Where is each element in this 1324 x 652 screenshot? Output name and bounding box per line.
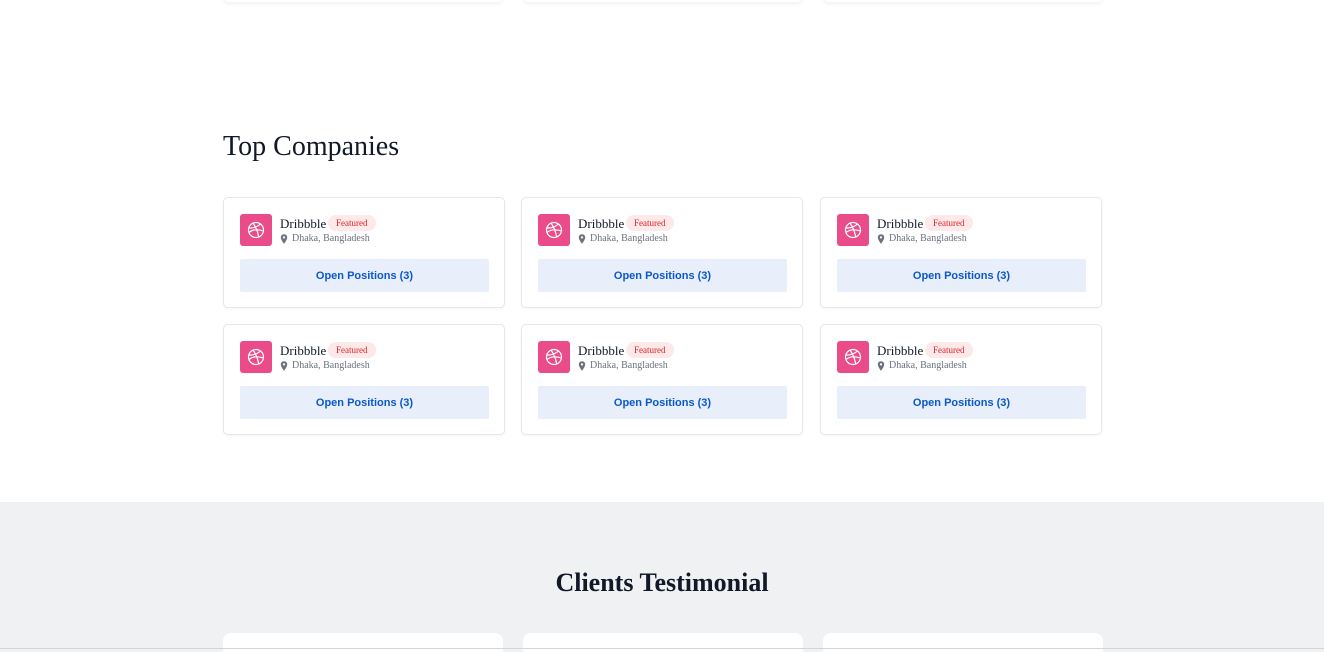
- location-text: Dhaka, Bangladesh: [292, 360, 370, 371]
- open-positions-button[interactable]: Open Positions (3): [837, 259, 1086, 292]
- company-location: Dhaka, Bangladesh: [877, 233, 967, 244]
- open-positions-button[interactable]: Open Positions (3): [538, 259, 787, 292]
- location-pin-icon: [578, 360, 586, 371]
- company-name: Dribbble: [280, 216, 327, 231]
- company-card: Dribbble Featured Dhaka, Bangladesh Open…: [820, 324, 1102, 435]
- dribbble-icon: [240, 341, 272, 373]
- company-name: Dribbble: [280, 343, 327, 358]
- company-location: Dhaka, Bangladesh: [578, 233, 668, 244]
- open-positions-button[interactable]: Open Positions (3): [837, 386, 1086, 419]
- location-text: Dhaka, Bangladesh: [590, 360, 668, 371]
- featured-badge: Featured: [328, 215, 376, 231]
- dribbble-icon: [837, 341, 869, 373]
- featured-badge: Featured: [626, 215, 674, 231]
- location-pin-icon: [877, 233, 885, 244]
- testimonial-title: Clients Testimonial: [555, 568, 769, 597]
- testimonial-card: [823, 633, 1103, 652]
- company-name: Dribbble: [877, 343, 924, 358]
- dribbble-icon: [240, 214, 272, 246]
- open-positions-button[interactable]: Open Positions (3): [240, 259, 489, 292]
- dribbble-icon: [837, 214, 869, 246]
- company-location: Dhaka, Bangladesh: [578, 360, 668, 371]
- open-positions-button[interactable]: Open Positions (3): [538, 386, 787, 419]
- featured-badge: Featured: [925, 342, 973, 358]
- testimonial-section: Clients Testimonial: [0, 502, 1324, 652]
- location-text: Dhaka, Bangladesh: [292, 233, 370, 244]
- location-text: Dhaka, Bangladesh: [889, 360, 967, 371]
- dribbble-icon: [538, 341, 570, 373]
- open-positions-button[interactable]: Open Positions (3): [240, 386, 489, 419]
- featured-badge: Featured: [925, 215, 973, 231]
- company-name: Dribbble: [877, 216, 924, 231]
- location-pin-icon: [280, 360, 288, 371]
- featured-badge: Featured: [328, 342, 376, 358]
- company-card: Dribbble Featured Dhaka, Bangladesh Open…: [223, 197, 505, 308]
- previous-section-cards: [223, 0, 1103, 4]
- section-title: Top Companies: [223, 131, 400, 162]
- location-pin-icon: [578, 233, 586, 244]
- previous-card: [523, 0, 803, 2]
- testimonial-card: [223, 633, 503, 652]
- featured-badge: Featured: [626, 342, 674, 358]
- company-location: Dhaka, Bangladesh: [877, 360, 967, 371]
- top-companies-section: Top Companies Dribbble Featured Dhaka, B…: [0, 0, 1324, 502]
- dribbble-icon: [538, 214, 570, 246]
- location-text: Dhaka, Bangladesh: [889, 233, 967, 244]
- location-pin-icon: [280, 233, 288, 244]
- divider: [0, 648, 1324, 649]
- location-text: Dhaka, Bangladesh: [590, 233, 668, 244]
- company-card: Dribbble Featured Dhaka, Bangladesh Open…: [820, 197, 1102, 308]
- company-card: Dribbble Featured Dhaka, Bangladesh Open…: [521, 197, 803, 308]
- previous-card: [223, 0, 503, 2]
- company-location: Dhaka, Bangladesh: [280, 233, 370, 244]
- previous-card: [823, 0, 1103, 2]
- company-card: Dribbble Featured Dhaka, Bangladesh Open…: [223, 324, 505, 435]
- company-location: Dhaka, Bangladesh: [280, 360, 370, 371]
- testimonial-card: [523, 633, 803, 652]
- location-pin-icon: [877, 360, 885, 371]
- company-card: Dribbble Featured Dhaka, Bangladesh Open…: [521, 324, 803, 435]
- company-name: Dribbble: [578, 343, 625, 358]
- company-name: Dribbble: [578, 216, 625, 231]
